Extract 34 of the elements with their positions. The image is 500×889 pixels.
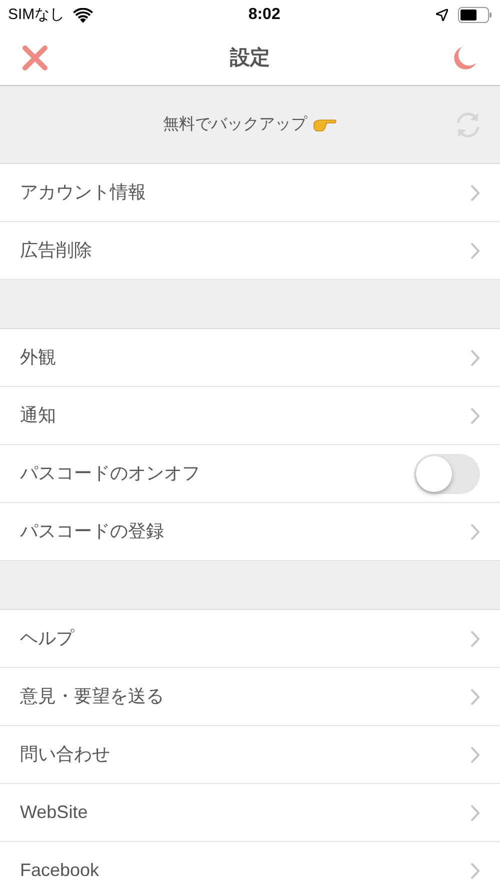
clock-time: 8:02 <box>248 5 280 25</box>
chevron-right-icon <box>470 804 480 822</box>
chevron-right-icon <box>470 688 480 706</box>
moon-icon[interactable] <box>452 44 478 70</box>
row-label: WebSite <box>20 801 88 824</box>
backup-label: 無料でバックアップ <box>163 114 307 134</box>
close-button[interactable] <box>22 44 48 70</box>
chevron-right-icon <box>470 630 480 648</box>
row-label: 問い合わせ <box>20 743 110 766</box>
row-label: 外観 <box>20 346 56 369</box>
row-label: 意見・要望を送る <box>20 685 164 708</box>
chevron-right-icon <box>470 406 480 424</box>
chevron-right-icon <box>470 862 480 880</box>
battery-icon <box>458 7 492 23</box>
sync-icon[interactable] <box>454 111 482 139</box>
row-label: アカウント情報 <box>20 181 146 204</box>
chevron-right-icon <box>470 348 480 366</box>
location-arrow-icon <box>436 9 448 21</box>
row-label: 通知 <box>20 404 56 427</box>
chevron-right-icon <box>470 184 480 202</box>
row-label: パスコードのオンオフ <box>20 462 200 485</box>
row-label: ヘルプ <box>20 627 74 650</box>
pointing-hand-icon <box>313 116 337 132</box>
chevron-right-icon <box>470 746 480 764</box>
nav-title: 設定 <box>230 46 270 70</box>
row-label: Facebook <box>20 859 100 882</box>
wifi-icon <box>72 8 93 22</box>
carrier-label: SIMなし <box>8 4 65 25</box>
backup-banner[interactable]: 無料でバックアップ <box>0 86 500 164</box>
chevron-right-icon <box>470 522 480 540</box>
row-label: パスコードの登録 <box>20 520 164 543</box>
row-label: 広告削除 <box>20 239 92 262</box>
toggle-switch[interactable] <box>414 454 480 494</box>
chevron-right-icon <box>470 242 480 260</box>
